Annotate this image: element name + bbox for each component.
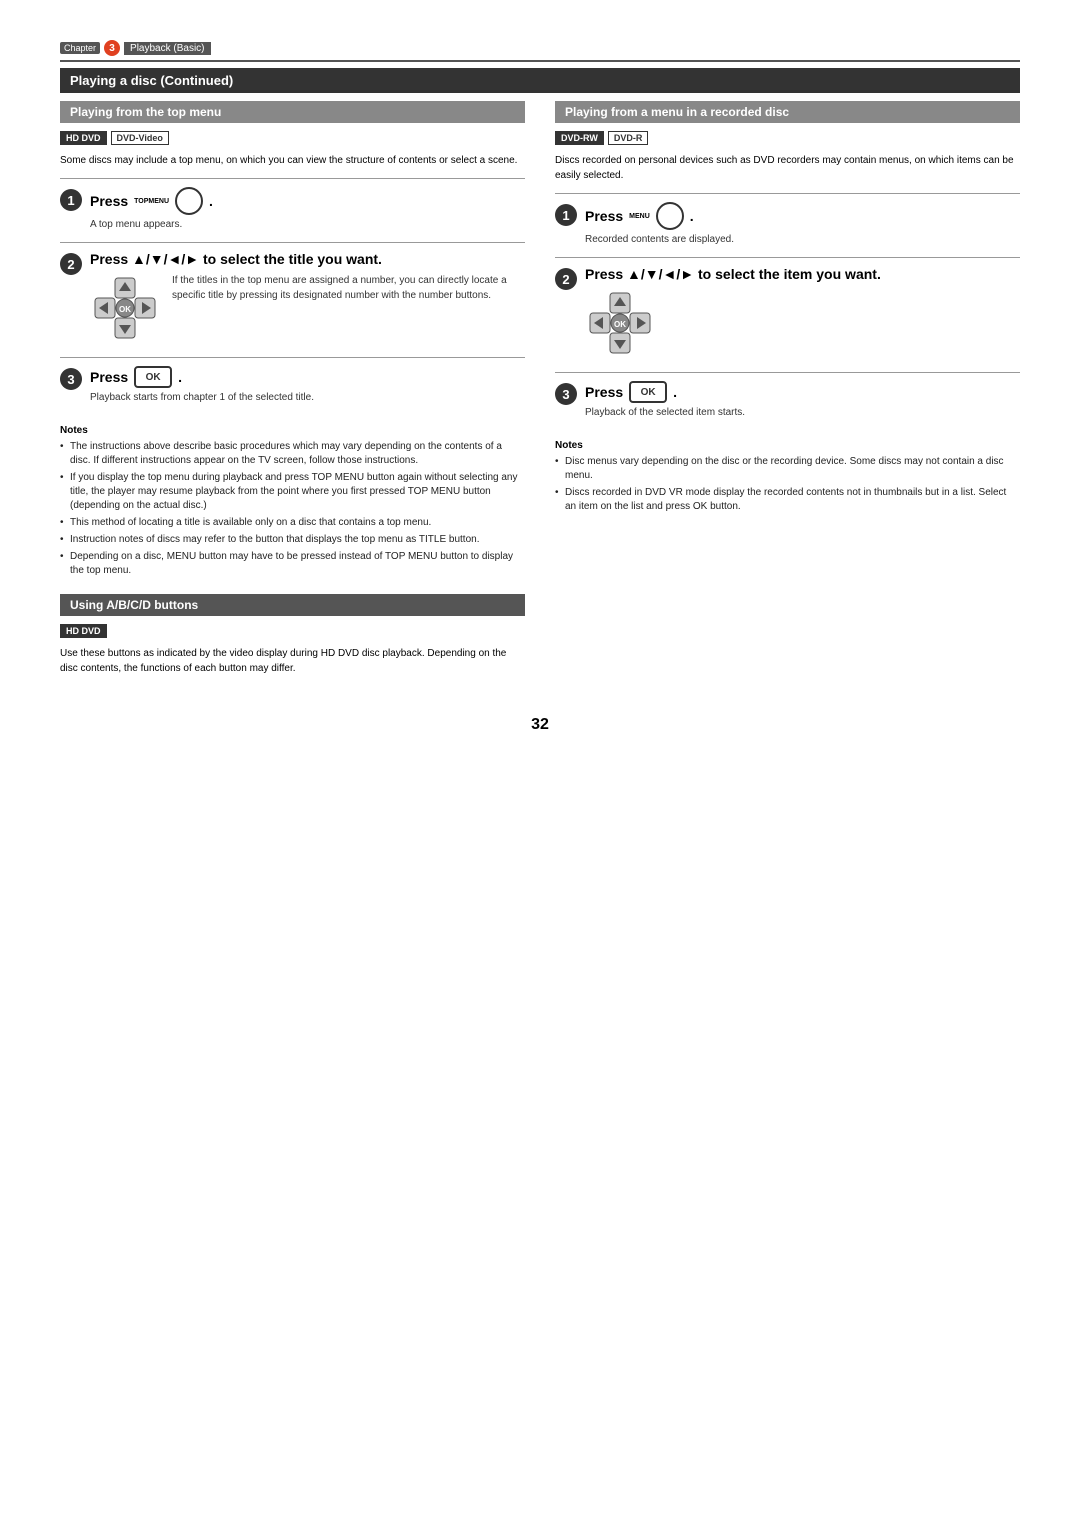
right-step-2-content: Press ▲/▼/◄/► to select the item you wan… [585,266,1020,364]
left-badge-row: HD DVD DVD-Video [60,131,525,145]
left-step-3-sub: Playback starts from chapter 1 of the se… [90,392,525,403]
right-step-3-press: Press [585,384,623,400]
right-step-3-ok-btn: OK [629,381,667,403]
right-note-2: Discs recorded in DVD VR mode display th… [555,486,1020,514]
left-note-2: If you display the top menu during playb… [60,471,525,513]
right-step-1-number: 1 [555,204,577,226]
left-step-1-press: Press [90,193,128,209]
left-section-title: Playing from the top menu [60,101,525,123]
right-note-1: Disc menus vary depending on the disc or… [555,455,1020,483]
left-step-2-number: 2 [60,253,82,275]
left-step-2-title: Press ▲/▼/◄/► to select the title you wa… [90,251,525,267]
left-step-3-ok-btn: OK [134,366,172,388]
right-step-1-menu-label: MENU [629,213,650,220]
left-step-3-dot: . [178,369,182,385]
abcd-section-title: Using A/B/C/D buttons [60,594,525,616]
badge-dvd-video: DVD-Video [111,131,169,145]
left-dpad: OK [90,273,160,343]
badge-dvd-r: DVD-R [608,131,649,145]
svg-text:OK: OK [119,305,131,314]
left-notes-title: Notes [60,425,525,436]
right-dpad-container: OK [585,288,1020,358]
page-number: 32 [60,716,1020,734]
chapter-number: 3 [104,40,120,56]
left-intro: Some discs may include a top menu, on wh… [60,153,525,168]
right-dpad: OK [585,288,655,358]
right-notes: Notes Disc menus vary depending on the d… [555,440,1020,514]
right-intro: Discs recorded on personal devices such … [555,153,1020,183]
badge-dvd-rw: DVD-RW [555,131,604,145]
badge-hd-dvd-2: HD DVD [60,624,107,638]
page-heading: Playing a disc (Continued) [60,68,1020,93]
left-step-1-topmenu-label: TOPMENU [134,198,169,205]
left-dpad-container: OK If the titles in the top menu are ass… [90,273,525,343]
abcd-badge-row: HD DVD [60,624,525,638]
right-step-3: 3 Press OK . Playback of the selected it… [555,372,1020,430]
left-step-2: 2 Press ▲/▼/◄/► to select the title you … [60,242,525,357]
left-step-1-content: Press TOPMENU . A top menu appears. [90,187,525,234]
main-content: Playing from the top menu HD DVD DVD-Vid… [60,101,1020,676]
right-column: Playing from a menu in a recorded disc D… [555,101,1020,676]
left-note-4: Instruction notes of discs may refer to … [60,533,525,547]
right-badge-row: DVD-RW DVD-R [555,131,1020,145]
left-dpad-svg: OK [90,273,160,343]
left-note-3: This method of locating a title is avail… [60,516,525,530]
left-step-1-sub: A top menu appears. [90,219,525,230]
left-step-3-press: Press [90,369,128,385]
chapter-label: Chapter [60,42,100,54]
left-step-2-content: Press ▲/▼/◄/► to select the title you wa… [90,251,525,349]
badge-hd-dvd: HD DVD [60,131,107,145]
left-notes: Notes The instructions above describe ba… [60,425,525,578]
right-step-1-dot: . [690,208,694,224]
chapter-header: Chapter 3 Playback (Basic) [60,40,1020,62]
right-step-2-title: Press ▲/▼/◄/► to select the item you wan… [585,266,1020,282]
right-step-1-content: Press MENU . Recorded contents are displ… [585,202,1020,249]
chapter-title: Playback (Basic) [124,42,210,55]
right-step-2: 2 Press ▲/▼/◄/► to select the item you w… [555,257,1020,372]
left-step-1-dot: . [209,193,213,209]
right-notes-list: Disc menus vary depending on the disc or… [555,455,1020,514]
abcd-text: Use these buttons as indicated by the vi… [60,646,525,676]
right-step-3-content: Press OK . Playback of the selected item… [585,381,1020,422]
left-step-1-btn [175,187,203,215]
left-step-1-number: 1 [60,189,82,211]
left-column: Playing from the top menu HD DVD DVD-Vid… [60,101,525,676]
left-step-3-content: Press OK . Playback starts from chapter … [90,366,525,407]
left-note-5: Depending on a disc, MENU button may hav… [60,550,525,578]
left-notes-list: The instructions above describe basic pr… [60,440,525,578]
right-dpad-svg: OK [585,288,655,358]
right-step-1-press: Press [585,208,623,224]
left-step-3: 3 Press OK . Playback starts from chapte… [60,357,525,415]
left-step-1: 1 Press TOPMENU . A top menu appears. [60,178,525,242]
right-section-title: Playing from a menu in a recorded disc [555,101,1020,123]
right-step-1: 1 Press MENU . Recorded contents are dis… [555,193,1020,257]
left-step-3-number: 3 [60,368,82,390]
right-step-3-dot: . [673,384,677,400]
right-step-2-number: 2 [555,268,577,290]
right-step-1-btn [656,202,684,230]
right-step-3-sub: Playback of the selected item starts. [585,407,1020,418]
right-notes-title: Notes [555,440,1020,451]
left-note-1: The instructions above describe basic pr… [60,440,525,468]
right-step-3-number: 3 [555,383,577,405]
left-step-2-dpad-text: If the titles in the top menu are assign… [172,273,525,303]
right-step-1-sub: Recorded contents are displayed. [585,234,1020,245]
svg-text:OK: OK [614,320,626,329]
